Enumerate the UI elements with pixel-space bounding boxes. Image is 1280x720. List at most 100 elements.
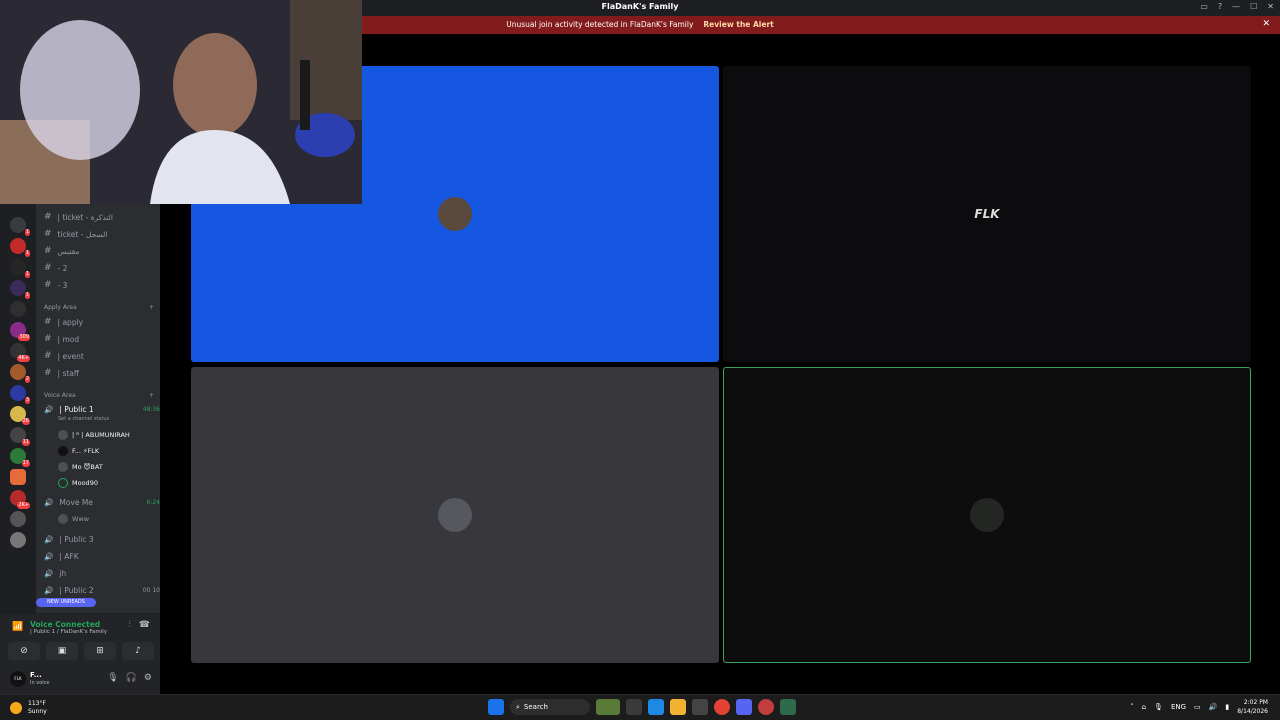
channel-item[interactable]: # | event bbox=[44, 351, 84, 361]
server-icon[interactable] bbox=[10, 532, 26, 548]
start-icon[interactable] bbox=[488, 699, 504, 715]
server-icon[interactable]: 26 bbox=[10, 406, 30, 425]
channel-item[interactable]: # مقتبس bbox=[44, 246, 79, 256]
network-icon[interactable]: ⌂ bbox=[1142, 703, 1146, 711]
widget-icon[interactable] bbox=[596, 699, 620, 715]
server-icon[interactable]: 1 bbox=[10, 259, 30, 278]
channel-item[interactable]: # | apply bbox=[44, 317, 83, 327]
server-icon[interactable] bbox=[10, 301, 26, 317]
avatar bbox=[58, 430, 68, 440]
server-icon[interactable]: 1 bbox=[10, 238, 30, 257]
search-box[interactable]: ⌕ Search bbox=[510, 699, 590, 715]
language-indicator[interactable]: ENG bbox=[1171, 703, 1186, 711]
voice-member[interactable]: Www bbox=[58, 514, 89, 524]
soundboard-button[interactable]: ♪ bbox=[122, 642, 154, 660]
video-tile-4[interactable] bbox=[723, 367, 1251, 663]
store-icon[interactable] bbox=[692, 699, 708, 715]
channel-item[interactable]: # - 3 bbox=[44, 280, 67, 290]
channel-status[interactable]: Set a channel status bbox=[58, 416, 109, 422]
channel-item[interactable]: # ticket - السجل bbox=[44, 229, 107, 239]
app-icon[interactable] bbox=[758, 699, 774, 715]
voice-channel-public2[interactable]: 🔊 | Public 2 00 10 bbox=[44, 586, 160, 595]
file-explorer-icon[interactable] bbox=[670, 699, 686, 715]
server-icon[interactable]: 4K+ bbox=[10, 343, 30, 362]
video-tile-3[interactable] bbox=[191, 367, 719, 663]
server-icon[interactable]: 2K+ bbox=[10, 490, 30, 509]
help-icon[interactable]: ? bbox=[1218, 2, 1222, 11]
category-voice[interactable]: Voice Area + bbox=[44, 392, 154, 399]
participant-avatar bbox=[438, 197, 472, 231]
app-icon[interactable] bbox=[780, 699, 796, 715]
inbox-icon[interactable]: ▭ bbox=[1200, 2, 1208, 11]
plus-icon[interactable]: + bbox=[149, 304, 154, 311]
category-apply[interactable]: Apply Area + bbox=[44, 304, 154, 311]
server-icon[interactable]: 1 bbox=[10, 217, 30, 236]
voice-channel-afk[interactable]: 🔊 | AFK bbox=[44, 552, 79, 561]
edge-icon[interactable] bbox=[648, 699, 664, 715]
camera-off-button[interactable]: ⊘ bbox=[8, 642, 40, 660]
voice-channel-jh[interactable]: 🔊 jh bbox=[44, 569, 66, 578]
clock[interactable]: 2:02 PM 8/14/2026 bbox=[1237, 698, 1268, 716]
voice-channel-public3[interactable]: 🔊 | Public 3 bbox=[44, 535, 94, 544]
server-icon[interactable]: 17 bbox=[10, 448, 30, 467]
screen-share-button[interactable]: ▣ bbox=[46, 642, 78, 660]
system-tray: ˄ ⌂ 🎙 ENG ▭ 🔊 ▮ 2:02 PM 8/14/2026 bbox=[1130, 698, 1268, 716]
hash-icon: # bbox=[44, 246, 52, 256]
signal-icon[interactable]: 📶 bbox=[12, 622, 23, 632]
maximize-icon[interactable]: ☐ bbox=[1250, 2, 1257, 11]
hash-icon: # bbox=[44, 351, 52, 361]
chrome-icon[interactable] bbox=[714, 699, 730, 715]
server-icon[interactable] bbox=[10, 469, 26, 485]
alert-close-icon[interactable]: ✕ bbox=[1262, 19, 1270, 29]
voice-member[interactable]: | ᴿ | ABUMUNIRAH bbox=[58, 430, 130, 440]
display-icon[interactable]: ▭ bbox=[1194, 703, 1201, 711]
new-unreads-pill[interactable]: NEW UNREADS bbox=[36, 598, 96, 607]
discord-icon[interactable] bbox=[736, 699, 752, 715]
voice-connected-panel: 📶 Voice Connected | Public 1 / FlaDanK's… bbox=[0, 613, 160, 666]
server-icon[interactable] bbox=[10, 511, 26, 527]
speaker-icon: 🔊 bbox=[44, 552, 54, 561]
weather-temp: 113°F bbox=[28, 700, 46, 707]
channel-item[interactable]: # | ticket - التذكرة bbox=[44, 212, 113, 222]
speaker-icon: 🔊 bbox=[44, 586, 54, 595]
weather-text: Sunny bbox=[28, 708, 47, 715]
voice-connected-channel[interactable]: | Public 1 / FlaDanK's Family bbox=[30, 629, 107, 635]
gear-icon[interactable]: ⚙ bbox=[144, 673, 152, 683]
server-icon[interactable]: 309 bbox=[10, 322, 30, 341]
close-icon[interactable]: ✕ bbox=[1267, 2, 1274, 11]
voice-member[interactable]: Mo 😈BAT bbox=[58, 462, 103, 472]
channel-item[interactable]: # | mod bbox=[44, 334, 79, 344]
voice-member[interactable]: F... ⚡FLK bbox=[58, 446, 99, 456]
user-status: In voice bbox=[30, 680, 50, 686]
microphone-icon[interactable]: 🎙 bbox=[1154, 703, 1163, 711]
task-view-icon[interactable] bbox=[626, 699, 642, 715]
minimize-icon[interactable]: — bbox=[1232, 2, 1240, 11]
headphones-icon[interactable]: 🎧 bbox=[126, 673, 137, 683]
sun-icon bbox=[10, 702, 22, 714]
weather-widget[interactable]: 113°F Sunny bbox=[10, 700, 47, 716]
voice-connected-title[interactable]: Voice Connected bbox=[30, 620, 100, 629]
username[interactable]: F... bbox=[30, 671, 42, 679]
disconnect-icon[interactable]: ☎ bbox=[139, 620, 150, 630]
noise-suppression-icon[interactable]: ⫶ bbox=[129, 620, 131, 630]
video-tile-2[interactable]: FLK bbox=[723, 66, 1251, 362]
server-icon[interactable]: 2 bbox=[10, 364, 30, 383]
voice-channel-public1[interactable]: 🔊 | Public 1 48:36 bbox=[44, 405, 160, 414]
volume-icon[interactable]: 🔊 bbox=[1209, 703, 1218, 711]
plus-icon[interactable]: + bbox=[149, 392, 154, 399]
avatar bbox=[58, 514, 68, 524]
voice-member[interactable]: Mood90 bbox=[58, 478, 98, 488]
battery-icon[interactable]: ▮ bbox=[1225, 703, 1229, 711]
review-alert-link[interactable]: Review the Alert bbox=[703, 20, 773, 29]
speaker-icon: 🔊 bbox=[44, 405, 54, 414]
channel-item[interactable]: # | staff bbox=[44, 368, 79, 378]
microphone-icon[interactable]: 🎙 bbox=[107, 673, 118, 683]
server-icon[interactable]: 11 bbox=[10, 427, 30, 446]
server-icon[interactable]: 1 bbox=[10, 280, 30, 299]
activities-button[interactable]: ⊞ bbox=[84, 642, 116, 660]
channel-item[interactable]: # - 2 bbox=[44, 263, 67, 273]
chevron-up-icon[interactable]: ˄ bbox=[1130, 703, 1134, 711]
server-icon[interactable]: 3 bbox=[10, 385, 30, 404]
voice-channel-moveme[interactable]: 🔊 Move Me 6:24 bbox=[44, 498, 160, 507]
avatar[interactable]: FLK bbox=[10, 671, 26, 687]
